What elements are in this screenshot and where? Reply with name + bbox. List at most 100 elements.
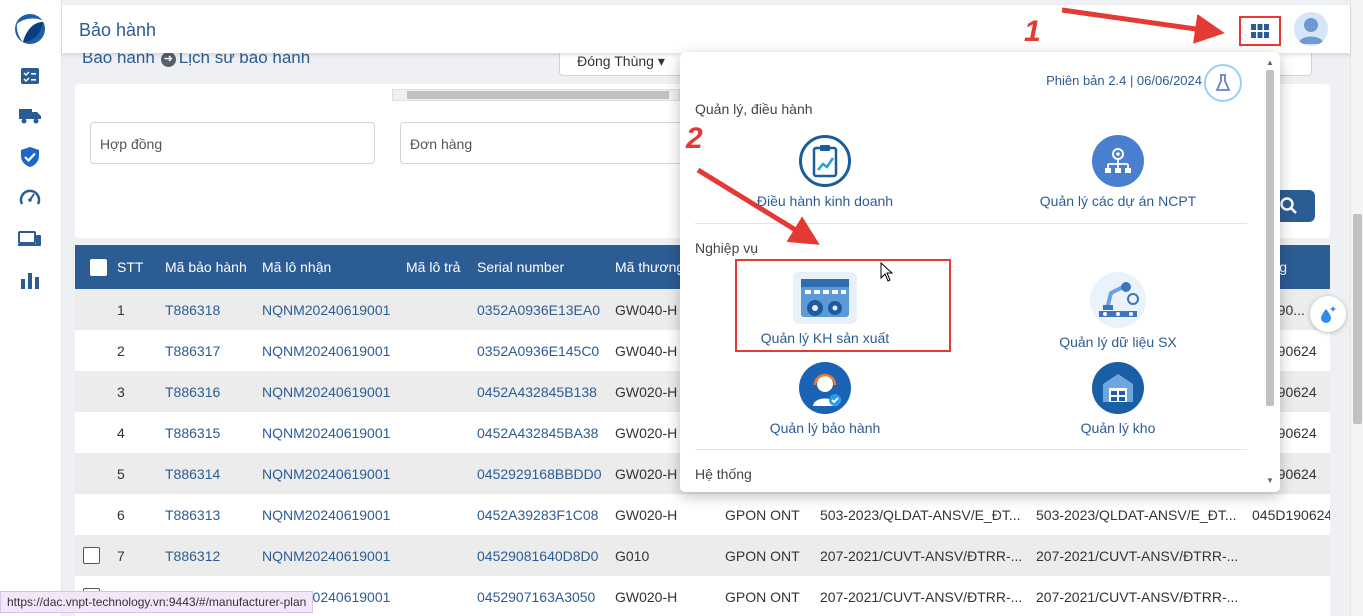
cell-ma-bh[interactable]: T886315 xyxy=(165,412,262,453)
cell-ma-bh[interactable]: T886314 xyxy=(165,453,262,494)
cell-thung xyxy=(1252,535,1330,576)
app-business-operations[interactable]: Điều hành kinh doanh xyxy=(695,135,955,209)
order-input[interactable]: Đơn hàng xyxy=(400,122,690,164)
row-checkbox-cell xyxy=(75,535,117,576)
annotation-step-2: 2 xyxy=(686,122,703,155)
vnpt-logo[interactable] xyxy=(13,12,47,46)
cell-serial[interactable]: 0452929168BBDD0 xyxy=(477,453,615,494)
mouse-cursor-icon xyxy=(880,261,894,285)
menu-scroll-thumb[interactable] xyxy=(1266,70,1274,406)
col-return-batch: Mã lô trả xyxy=(406,259,461,275)
cell-ma-lo-tra xyxy=(406,576,477,616)
truck-icon[interactable] xyxy=(18,104,42,128)
page-scroll-thumb[interactable] xyxy=(1353,214,1362,424)
clipboard-chart-icon xyxy=(799,135,851,187)
col-receive-batch: Mã lô nhận xyxy=(262,259,332,275)
cell-c2: 503-2023/QLDAT-ANSV/E_ĐT... xyxy=(1036,506,1237,523)
user-avatar[interactable] xyxy=(1294,12,1328,46)
cell-ma-lo[interactable]: NQNM20240619001 xyxy=(262,412,406,453)
cell-serial[interactable]: 0452A432845B138 xyxy=(477,371,615,412)
cell-ma-lo[interactable]: NQNM20240619001 xyxy=(262,453,406,494)
cell-stt: 1 xyxy=(117,301,125,318)
cell-serial[interactable]: 0352A0936E13EA0 xyxy=(477,289,615,330)
cell-ma-lo-tra xyxy=(406,412,477,453)
col-warranty-code: Mã bảo hành xyxy=(165,259,247,275)
speedometer-icon[interactable] xyxy=(18,186,42,210)
annotation-step-1: 1 xyxy=(1024,15,1041,48)
cell-ma-bh[interactable]: T886316 xyxy=(165,371,262,412)
select-all-checkbox[interactable] xyxy=(90,258,107,276)
app-warehouse[interactable]: Quản lý kho xyxy=(988,362,1248,436)
search-icon xyxy=(1279,197,1297,214)
cell-ma-bh[interactable]: T886318 xyxy=(165,289,262,330)
app-warranty-management[interactable]: Quản lý bảo hành xyxy=(695,362,955,436)
row-checkbox[interactable] xyxy=(83,547,100,565)
cell-stt: 6 xyxy=(117,506,125,523)
caret-down-icon: ▾ xyxy=(657,53,665,69)
page-title: Bảo hành xyxy=(79,20,157,40)
page-scrollbar[interactable] xyxy=(1350,0,1363,616)
menu-scrollbar[interactable]: ▲ ▼ xyxy=(1263,56,1276,488)
gear-network-icon xyxy=(1092,135,1144,187)
scroll-down-arrow-icon[interactable]: ▼ xyxy=(1266,476,1274,485)
cell-ma-bh[interactable]: T886312 xyxy=(165,535,262,576)
app-label: Quản lý bảo hành xyxy=(769,420,881,436)
cell-ma-lo[interactable]: NQNM20240619001 xyxy=(262,535,406,576)
divider xyxy=(695,449,1247,450)
cell-serial[interactable]: 0452907163A3050 xyxy=(477,576,615,616)
col-serial: Serial number xyxy=(477,259,565,275)
support-agent-icon xyxy=(799,362,851,414)
cell-type: GPON ONT xyxy=(725,588,800,605)
app-production-data[interactable]: Quản lý dữ liệu SX xyxy=(988,272,1248,350)
table-row[interactable]: 6 T886313 NQNM20240619001 0452A39283F1C08 GW… xyxy=(75,494,1330,535)
cell-ma-lo[interactable]: NQNM20240619001 xyxy=(262,289,406,330)
cell-ma-lo-tra xyxy=(406,289,477,330)
cell-serial[interactable]: 0452A39283F1C08 xyxy=(477,494,615,535)
scroll-thumb[interactable] xyxy=(407,91,669,99)
app-label: Điều hành kinh doanh xyxy=(756,193,894,209)
arrow-right-icon: ➜ xyxy=(160,52,176,67)
cell-serial[interactable]: 0452A432845BA38 xyxy=(477,412,615,453)
cell-ma-lo[interactable]: NQNM20240619001 xyxy=(262,371,406,412)
scroll-up-arrow-icon[interactable]: ▲ xyxy=(1266,58,1274,67)
app-label: Quản lý kho xyxy=(1080,420,1156,436)
cell-ma-lo[interactable]: NQNM20240619001 xyxy=(262,330,406,371)
devices-icon[interactable] xyxy=(18,227,42,251)
cell-ma-bh[interactable]: T886313 xyxy=(165,494,262,535)
grid-icon xyxy=(1251,24,1269,38)
cell-c2: 207-2021/CUVT-ANSV/ĐTRR-... xyxy=(1036,547,1239,564)
horizontal-scrollbar[interactable] xyxy=(392,89,680,101)
table-row[interactable]: 7 T886312 NQNM20240619001 04529081640D8D0 G0… xyxy=(75,535,1330,576)
cell-ma-lo[interactable]: NQNM20240619001 xyxy=(262,494,406,535)
cell-ma-lo-tra xyxy=(406,453,477,494)
cell-serial[interactable]: 0352A0936E145C0 xyxy=(477,330,615,371)
cell-ma-bh[interactable]: T886317 xyxy=(165,330,262,371)
cell-ma-lo-tra xyxy=(406,535,477,576)
warehouse-icon xyxy=(1092,362,1144,414)
divider xyxy=(695,223,1247,224)
cell-ma-lo-tra xyxy=(406,371,477,412)
contract-input[interactable]: Hợp đồng xyxy=(90,122,375,164)
version-logo-icon xyxy=(1204,64,1242,102)
app-ncpt-projects[interactable]: Quản lý các dự án NCPT xyxy=(988,135,1248,209)
app-grid-button[interactable] xyxy=(1239,16,1281,46)
cell-ma-tm: GW020-H xyxy=(615,506,678,523)
shield-check-icon[interactable] xyxy=(18,145,42,169)
cell-thung: 045D190624 xyxy=(1252,506,1330,523)
assistant-button[interactable] xyxy=(1310,296,1346,332)
checklist-icon[interactable] xyxy=(18,64,42,88)
bar-chart-icon[interactable] xyxy=(18,268,42,292)
cell-c1: 207-2021/CUVT-ANSV/ĐTRR-... xyxy=(820,547,1023,564)
cell-ma-lo-tra xyxy=(406,330,477,371)
cell-type: GPON ONT xyxy=(725,547,800,564)
cell-ma-lo-tra xyxy=(406,494,477,535)
section-title-operations: Nghiệp vụ xyxy=(695,240,759,256)
cell-type: GPON ONT xyxy=(725,506,800,523)
cell-stt: 7 xyxy=(117,547,125,564)
section-title-system: Hệ thống xyxy=(695,466,752,482)
factory-robot-icon xyxy=(1090,272,1146,328)
packing-dropdown-label: Đóng Thùng xyxy=(577,53,654,69)
row-checkbox-cell xyxy=(75,453,117,494)
cell-serial[interactable]: 04529081640D8D0 xyxy=(477,535,615,576)
row-checkbox-cell xyxy=(75,289,117,330)
